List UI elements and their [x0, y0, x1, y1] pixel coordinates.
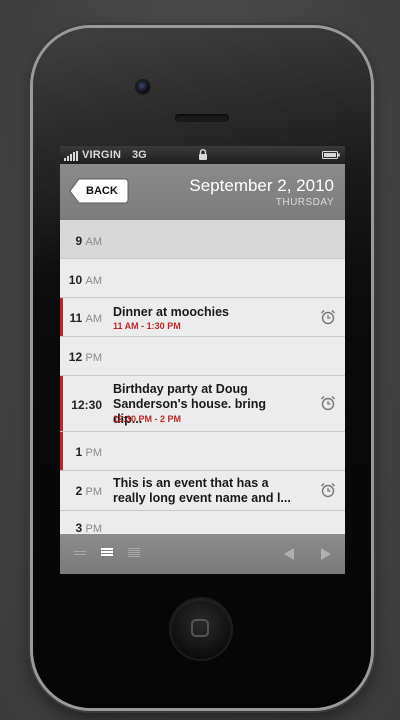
event-time-range: 12:30 PM - 2 PM	[113, 414, 182, 424]
back-button-label: BACK	[86, 185, 118, 197]
compact-view-icon[interactable]	[74, 548, 86, 556]
event-row-birthday[interactable]: 12:30 Birthday party at Doug Sanderson's…	[60, 376, 345, 432]
event-title-line-1: Birthday party at Doug	[113, 382, 248, 396]
list-view-icon[interactable]	[101, 548, 113, 556]
status-bar: VIRGIN 3G	[60, 146, 345, 164]
event-title: Dinner at moochies	[113, 305, 229, 319]
alarm-icon	[321, 396, 335, 411]
event-title-line-1: This is an event that has a	[113, 476, 269, 490]
prev-arrow-icon[interactable]	[284, 548, 294, 560]
detail-view-icon[interactable]	[128, 548, 140, 558]
hour-label: 11 AM	[69, 311, 102, 325]
hour-label: 9 AM	[75, 234, 102, 248]
hour-label: 12 PM	[68, 350, 102, 364]
hour-row-10am[interactable]: 10 AM	[60, 259, 345, 298]
hour-row-1pm[interactable]: 1 PM	[60, 432, 345, 471]
day-schedule-list: 9 AM 10 AM 11 AM Dinner at moochies 11 A…	[60, 220, 345, 551]
battery-icon	[322, 151, 340, 159]
home-square-icon	[191, 619, 209, 637]
hour-label: 2 PM	[75, 484, 102, 498]
hour-label: 3 PM	[75, 521, 102, 535]
event-time-range: 11 AM - 1:30 PM	[113, 321, 181, 331]
hour-row-12pm[interactable]: 12 PM	[60, 337, 345, 376]
date-title: September 2, 2010	[189, 176, 334, 195]
hour-label: 12:30	[71, 398, 102, 412]
hour-label: 10 AM	[68, 273, 102, 287]
hour-row-9am[interactable]: 9 AM	[60, 220, 345, 259]
calendar-header: BACK September 2, 2010 THURSDAY	[60, 164, 345, 220]
event-row-dinner[interactable]: 11 AM Dinner at moochies 11 AM - 1:30 PM	[60, 298, 345, 337]
lock-icon	[199, 149, 207, 160]
carrier-name: VIRGIN	[82, 149, 122, 161]
hour-label: 1 PM	[75, 445, 102, 459]
alarm-icon	[321, 310, 335, 325]
weekday-label: THURSDAY	[275, 197, 334, 208]
screen: VIRGIN 3G BACK September 2, 2010 THURSDA…	[60, 146, 345, 574]
bottom-toolbar	[60, 534, 345, 574]
event-row-long-name[interactable]: 2 PM This is an event that has a really …	[60, 471, 345, 511]
alarm-icon	[321, 483, 335, 498]
camera-icon	[137, 81, 149, 93]
next-arrow-icon[interactable]	[321, 548, 331, 560]
event-title-line-2: really long event name and l...	[113, 491, 291, 505]
earpiece-speaker	[175, 114, 229, 122]
network-type: 3G	[132, 149, 147, 161]
home-button[interactable]	[171, 599, 231, 659]
